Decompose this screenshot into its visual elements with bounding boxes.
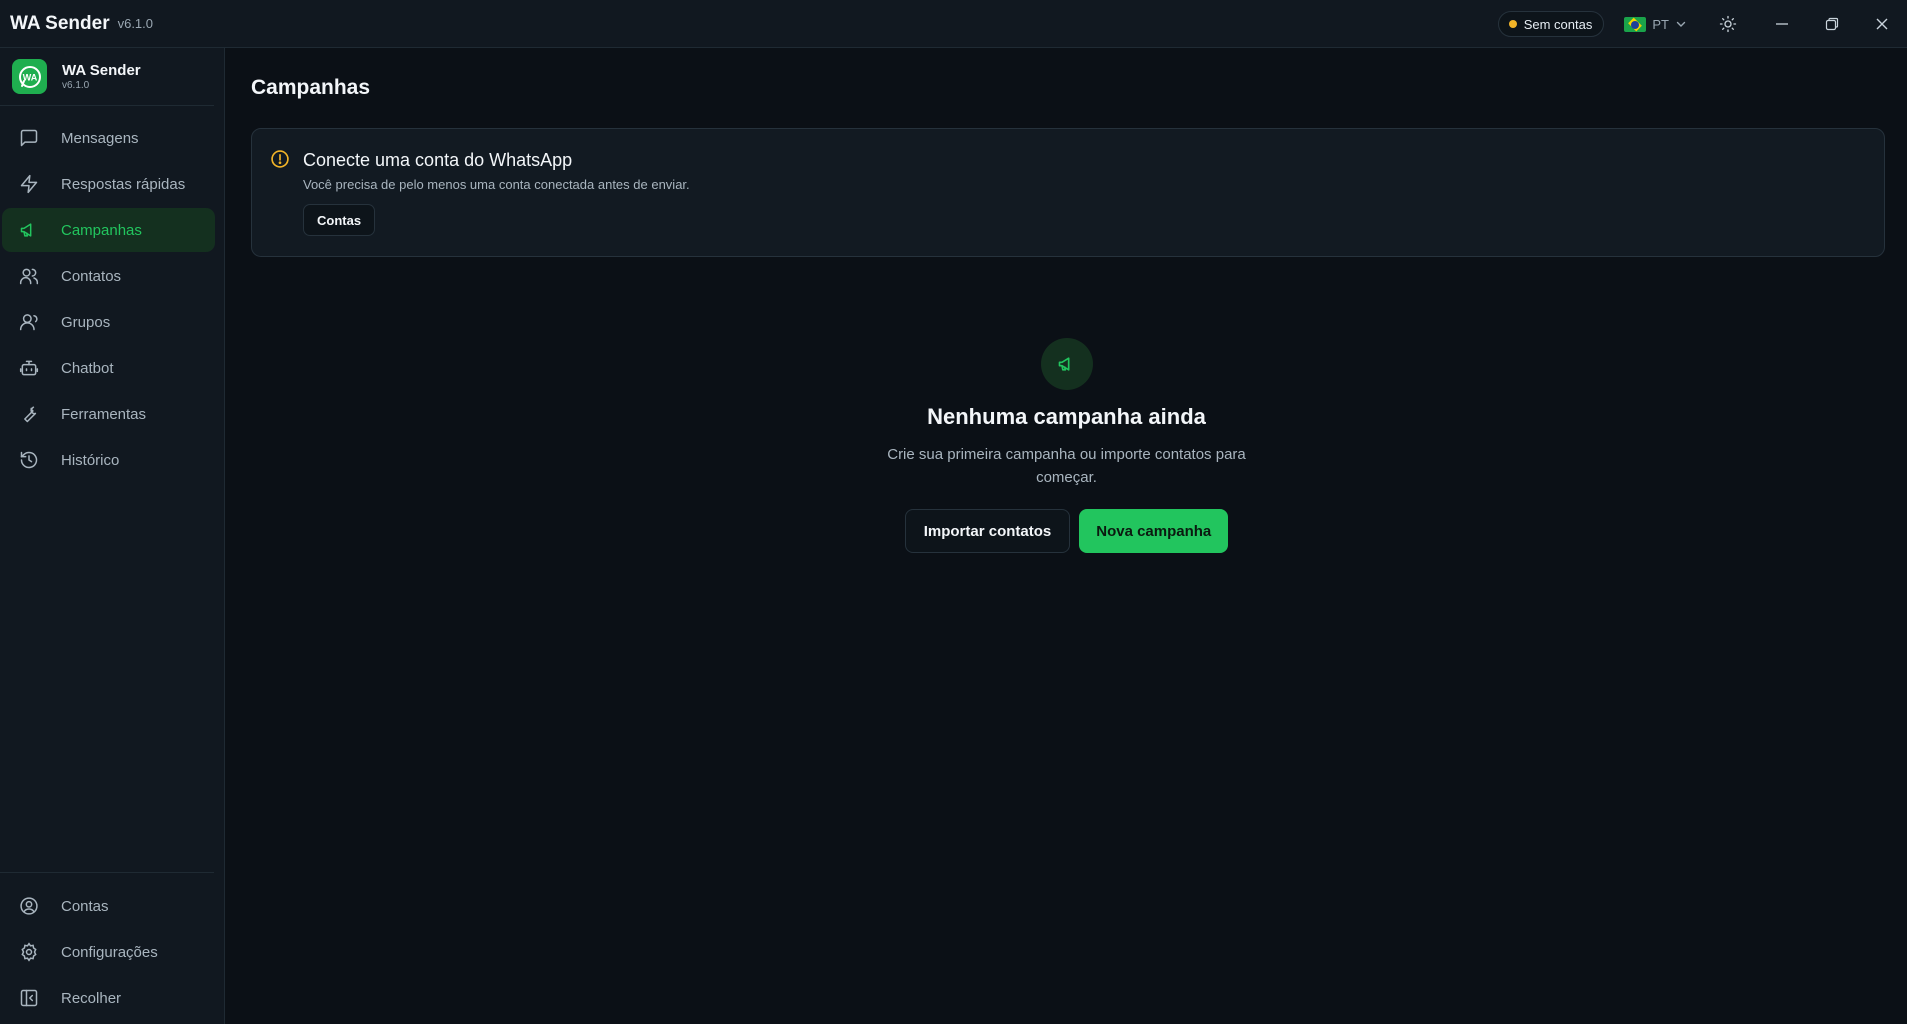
status-dot-icon [1508, 20, 1517, 28]
sidebar-item-historico[interactable]: Histórico [2, 438, 215, 482]
sidebar-item-respostas-rapidas[interactable]: Respostas rápidas [2, 162, 215, 206]
sidebar-bottom-divider [0, 872, 214, 873]
empty-state-icon-wrapper [1040, 338, 1093, 390]
empty-state-title: Nenhuma campanha ainda [927, 404, 1206, 429]
minimize-button[interactable] [1757, 0, 1807, 48]
sidebar-item-contatos[interactable]: Contatos [2, 254, 215, 298]
brazil-flag-icon [1624, 16, 1647, 32]
restore-icon [1825, 17, 1839, 31]
user-circle-icon [18, 895, 40, 917]
svg-text:WA: WA [22, 72, 37, 82]
history-icon [18, 449, 40, 471]
brand-name: WA Sender [62, 62, 141, 79]
import-contacts-button[interactable]: Importar contatos [904, 509, 1071, 553]
account-status-label: Sem contas [1523, 16, 1593, 32]
sidebar-bottom-nav: Contas Configurações Recolher [0, 884, 224, 1022]
sidebar-item-label: Respostas rápidas [61, 175, 186, 193]
message-square-icon [18, 127, 40, 149]
minimize-icon [1776, 23, 1788, 25]
sidebar-item-mensagens[interactable]: Mensagens [2, 116, 215, 160]
close-icon [1876, 18, 1888, 30]
app-title: WA Sender [10, 12, 110, 34]
sidebar-item-label: Contatos [61, 267, 122, 285]
close-button[interactable] [1857, 0, 1907, 48]
users-icon [18, 265, 40, 287]
title-bar-controls: Sem contas PT [1497, 0, 1907, 48]
brand-version: v6.1.0 [62, 80, 90, 91]
collapse-sidebar-icon [18, 987, 40, 1009]
gear-icon [18, 941, 40, 963]
sun-icon [1719, 15, 1737, 33]
sidebar-item-label: Recolher [61, 989, 122, 1007]
alert-title: Conecte uma conta do WhatsApp [303, 150, 573, 170]
title-bar: WA Sender v6.1.0 Sem contas PT [0, 0, 1907, 48]
sidebar-item-configuracoes[interactable]: Configurações [2, 930, 215, 974]
sidebar-item-chatbot[interactable]: Chatbot [2, 346, 215, 390]
chevron-down-icon [1676, 21, 1686, 27]
megaphone-icon [1058, 357, 1069, 371]
sidebar-item-label: Mensagens [61, 129, 139, 147]
sidebar-item-label: Histórico [61, 451, 120, 469]
account-status-badge[interactable]: Sem contas [1497, 11, 1605, 37]
main-content: Campanhas Conecte uma conta do WhatsApp … [226, 48, 1907, 1024]
connect-account-alert: Conecte uma conta do WhatsApp Você preci… [251, 128, 1885, 257]
sidebar-item-label: Grupos [61, 313, 111, 331]
empty-state-actions: Importar contatos Nova campanha [226, 509, 1907, 553]
language-select[interactable]: PT [1624, 16, 1687, 32]
sidebar-item-label: Ferramentas [61, 405, 147, 423]
app-logo: WA [12, 59, 47, 94]
alert-description: Você precisa de pelo menos uma conta con… [303, 177, 690, 192]
empty-state: Nenhuma campanha ainda Crie sua primeira… [226, 338, 1907, 553]
app-version: v6.1.0 [117, 16, 154, 31]
sidebar-item-label: Contas [61, 897, 109, 915]
sidebar-item-recolher[interactable]: Recolher [2, 976, 215, 1020]
megaphone-icon [18, 219, 40, 241]
group-icon [18, 311, 40, 333]
page-title: Campanhas [251, 76, 371, 99]
language-code: PT [1652, 16, 1669, 32]
sidebar: WA WA Sender v6.1.0 Mensagens Respostas … [0, 48, 225, 1024]
warning-circle-icon [270, 149, 290, 174]
sidebar-item-contas[interactable]: Contas [2, 884, 215, 928]
bot-icon [18, 357, 40, 379]
sidebar-brand: WA WA Sender v6.1.0 [0, 48, 214, 106]
zap-icon [18, 173, 40, 195]
maximize-button[interactable] [1807, 0, 1857, 48]
sidebar-item-label: Campanhas [61, 221, 142, 239]
sidebar-item-label: Configurações [61, 943, 158, 961]
sidebar-item-campanhas[interactable]: Campanhas [2, 208, 215, 252]
empty-state-description: Crie sua primeira campanha ou importe co… [887, 446, 1246, 486]
theme-toggle-button[interactable] [1703, 0, 1753, 48]
sidebar-nav: Mensagens Respostas rápidas Campanhas Co… [0, 116, 224, 484]
sidebar-item-ferramentas[interactable]: Ferramentas [2, 392, 215, 436]
sidebar-item-grupos[interactable]: Grupos [2, 300, 215, 344]
accounts-button[interactable]: Contas [303, 204, 376, 236]
wrench-icon [18, 403, 40, 425]
new-campaign-button[interactable]: Nova campanha [1079, 509, 1229, 553]
sidebar-item-label: Chatbot [61, 359, 114, 377]
